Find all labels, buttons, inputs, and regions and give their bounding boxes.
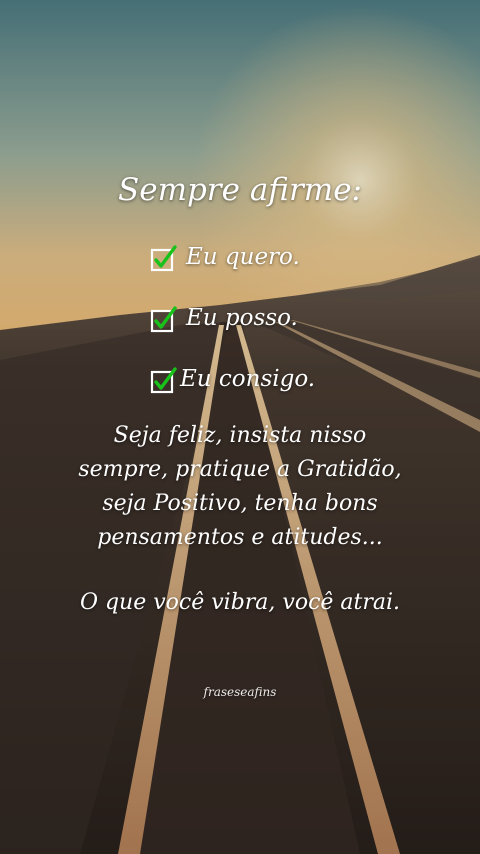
- checklist-item: Eu posso.: [150, 301, 298, 335]
- checklist-item: Eu quero.: [150, 240, 300, 274]
- closing-line: O que você vibra, você atrai.: [79, 590, 401, 615]
- quote-overlay: Sempre afirme: Eu quero. Eu posso. Eu co…: [0, 0, 480, 854]
- quote-line: Seja feliz, insista nisso: [113, 423, 367, 448]
- quote-line: sempre, pratique a Gratidão,: [78, 457, 402, 482]
- checkbox-checked-icon: [150, 244, 177, 272]
- quote-line: seja Positivo, tenha bons: [102, 491, 378, 516]
- checklist-item: Eu consigo.: [150, 362, 315, 396]
- checklist-item-label: Eu quero.: [186, 244, 300, 270]
- checkbox-checked-icon: [150, 305, 177, 333]
- quote-title: Sempre afirme:: [117, 172, 362, 208]
- checkbox-checked-icon: [150, 366, 177, 394]
- quote-line: pensamentos e atitudes...: [97, 525, 383, 550]
- checklist-item-label: Eu consigo.: [180, 366, 316, 392]
- brand-watermark: fraseseafins: [203, 685, 277, 699]
- checklist-item-label: Eu posso.: [186, 305, 298, 331]
